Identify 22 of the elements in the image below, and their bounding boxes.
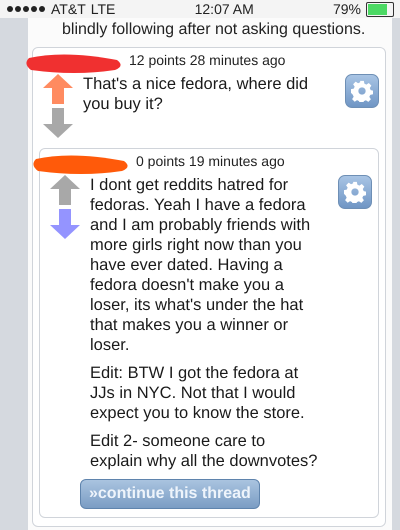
comment-text: I dont get reddits hatred for fedoras. Yeah I have a fedora and I am probably friends with more girls right now than you have ever dated. Having a fedora doesn't make you a loser, its what's under the hat that makes you a winner or loser. bbox=[90, 175, 312, 355]
settings-button[interactable] bbox=[345, 74, 379, 108]
continue-thread-button[interactable]: »continue this thread bbox=[80, 479, 260, 509]
comment-meta: 12 points 28 minutes ago bbox=[129, 52, 286, 69]
battery-fill bbox=[368, 4, 387, 14]
comment-text: Edit: BTW I got the fedora at JJs in NYC. Not that I would expect you to know the store. bbox=[90, 363, 306, 423]
settings-button[interactable] bbox=[338, 175, 372, 209]
upvote-arrow-icon[interactable] bbox=[50, 175, 80, 205]
settings-icon bbox=[344, 181, 366, 203]
signal-icon bbox=[6, 5, 46, 13]
upvote-arrow-icon[interactable] bbox=[43, 74, 73, 104]
carrier-label: AT&T bbox=[51, 1, 86, 17]
network-label: LTE bbox=[90, 1, 116, 17]
battery-percent: 79% bbox=[332, 1, 362, 17]
downvote-arrow-icon[interactable] bbox=[50, 209, 80, 239]
comment-text: Edit 2- someone care to explain why all the downvotes? bbox=[90, 431, 318, 471]
clock-label: 12:07 AM bbox=[194, 1, 254, 17]
downvote-arrow-icon[interactable] bbox=[43, 108, 73, 138]
comment-text: That's a nice fedora, where did you buy it? bbox=[83, 74, 310, 114]
comment-text: blindly following after not asking questions. bbox=[61, 20, 366, 40]
comment-meta: 0 points 19 minutes ago bbox=[136, 153, 286, 170]
settings-icon bbox=[351, 80, 373, 102]
